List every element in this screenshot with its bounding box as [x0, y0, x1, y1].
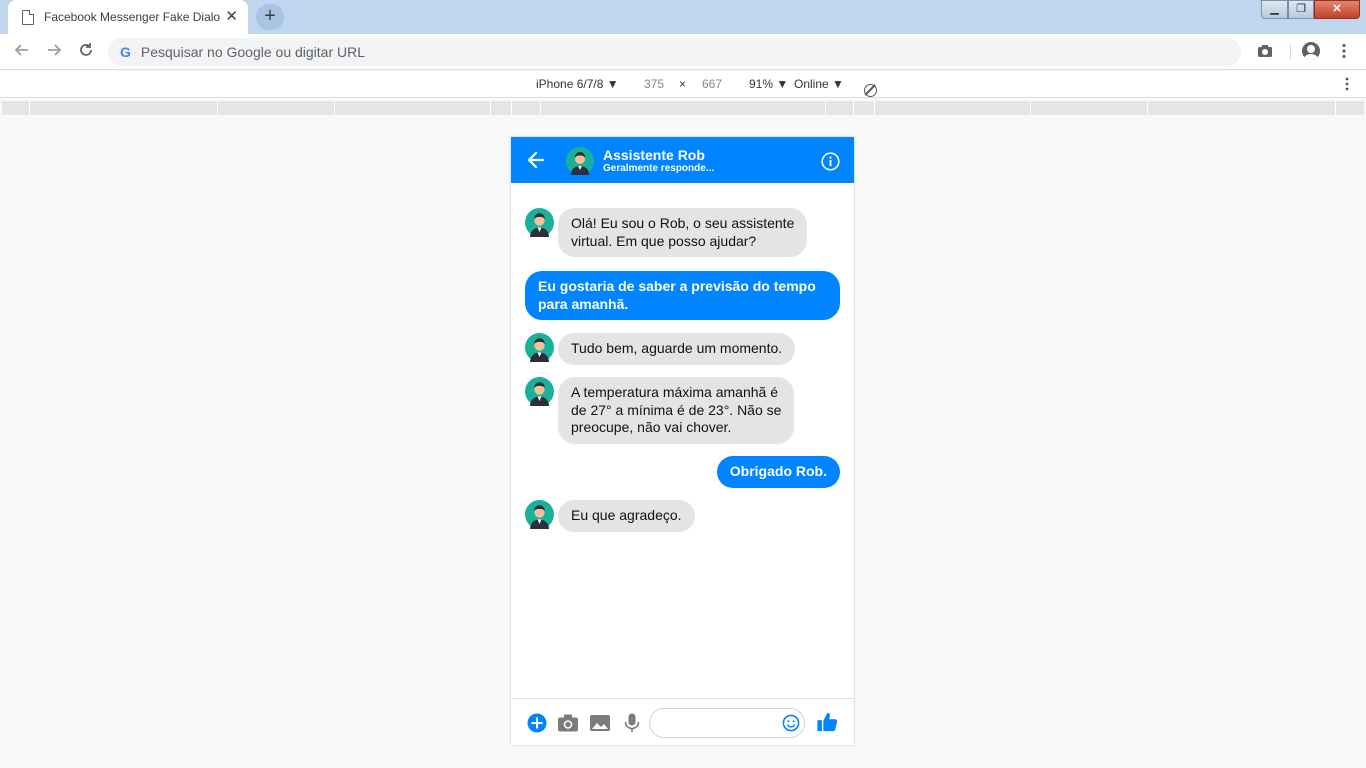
forward-arrow-icon — [48, 44, 62, 56]
devtools-more-button[interactable] — [1341, 76, 1353, 95]
message-text-line: Obrigado Rob. — [729, 463, 827, 479]
back-button[interactable] — [11, 41, 33, 63]
message-text-line: preocupe, não vai chover. — [571, 419, 732, 435]
device-height-input[interactable]: 667 — [702, 77, 722, 91]
tab-title: Facebook Messenger Fake Dialog — [44, 10, 220, 24]
message-text-line: virtual. Em que posso ajudar? — [571, 232, 757, 249]
contact-avatar-icon — [566, 147, 594, 175]
conversation-header: Assistente Rob Geralmente responde... — [511, 137, 854, 183]
incoming-message-bubble: Eu que agradeço. — [558, 500, 695, 532]
kebab-menu-icon — [1345, 77, 1349, 91]
reload-button[interactable] — [75, 41, 97, 63]
message-text-line: A temperatura máxima amanhã é — [571, 384, 778, 400]
device-toolbar: iPhone 6/7/8 ▼ 375 × 667 91% ▼ Online ▼ — [0, 71, 1366, 98]
media-query-ruler[interactable] — [2, 101, 1364, 115]
network-throttle-select[interactable]: Online ▼ — [794, 77, 844, 91]
tab-close-icon[interactable]: ✕ — [225, 9, 238, 24]
toolbar-separator — [1290, 44, 1291, 60]
chrome-menu-button[interactable] — [1334, 42, 1354, 62]
incoming-message-bubble: Olá! Eu sou o Rob, o seu assistente virtu… — [558, 208, 808, 257]
message-text-line: Tudo bem, aguarde um momento. — [571, 340, 783, 356]
composer-bar — [511, 698, 854, 745]
kebab-menu-icon — [1342, 43, 1346, 59]
message-text-line: para amanhã. — [538, 295, 629, 312]
microphone-icon[interactable] — [621, 712, 643, 734]
dimension-separator: × — [679, 77, 687, 91]
message-text-line: Eu que agradeço. — [571, 507, 682, 523]
window-close-button[interactable]: ✕ — [1314, 0, 1360, 19]
back-arrow-icon[interactable] — [527, 150, 545, 170]
messenger-viewport: Assistente Rob Geralmente responde... Ol… — [511, 137, 854, 745]
window-maximize-button[interactable]: ❐ — [1288, 0, 1314, 19]
reload-icon — [80, 43, 92, 56]
device-select[interactable]: iPhone 6/7/8 ▼ — [536, 77, 619, 91]
bot-avatar-icon — [525, 500, 554, 529]
forward-button[interactable] — [43, 41, 65, 63]
contact-status: Geralmente responde... — [603, 163, 715, 174]
browser-tabstrip: Facebook Messenger Fake Dialog ✕ + ▁ ❐ ✕ — [0, 0, 1366, 34]
outgoing-message-bubble: Obrigado Rob. — [716, 456, 840, 488]
bot-avatar-icon — [525, 377, 554, 406]
message-text-line: Olá! Eu sou o Rob, o seu assistente — [571, 215, 795, 231]
incoming-message-bubble: Tudo bem, aguarde um momento. — [558, 333, 796, 365]
contact-name: Assistente Rob — [603, 147, 705, 163]
message-text-line: de 27° a mínima é de 23°. Não se — [571, 401, 782, 418]
profile-button[interactable] — [1302, 42, 1322, 62]
message-input[interactable] — [649, 708, 805, 738]
device-width-input[interactable]: 375 — [644, 77, 664, 91]
browser-toolbar: G Pesquisar no Google ou digitar URL — [0, 34, 1366, 70]
bot-avatar-icon — [525, 333, 554, 362]
message-text-line: Eu gostaria de saber a previsão do tempo — [538, 278, 816, 294]
smiley-icon[interactable] — [782, 714, 800, 732]
back-arrow-icon — [14, 44, 28, 56]
address-placeholder: Pesquisar no Google ou digitar URL — [140, 44, 366, 60]
google-icon: G — [120, 44, 131, 60]
profile-avatar-icon — [1302, 42, 1320, 60]
image-icon[interactable] — [589, 712, 611, 734]
bot-avatar-icon — [525, 208, 554, 237]
outgoing-message-bubble: Eu gostaria de saber a previsão do tempo… — [525, 271, 840, 320]
camera-icon[interactable] — [557, 712, 579, 734]
plus-icon[interactable] — [526, 712, 548, 734]
new-tab-button[interactable]: + — [256, 4, 284, 30]
address-bar[interactable]: G Pesquisar no Google ou digitar URL — [108, 38, 1241, 66]
browser-tab[interactable]: Facebook Messenger Fake Dialog ✕ — [8, 0, 248, 34]
camera-icon[interactable] — [1255, 42, 1275, 62]
zoom-select[interactable]: 91% ▼ — [749, 77, 788, 91]
window-minimize-button[interactable]: ▁ — [1261, 0, 1288, 19]
info-icon[interactable] — [821, 152, 840, 171]
thumbs-up-icon[interactable] — [816, 711, 838, 733]
incoming-message-bubble: A temperatura máxima amanhã é de 27° a mí… — [558, 377, 795, 444]
page-icon — [22, 9, 34, 25]
